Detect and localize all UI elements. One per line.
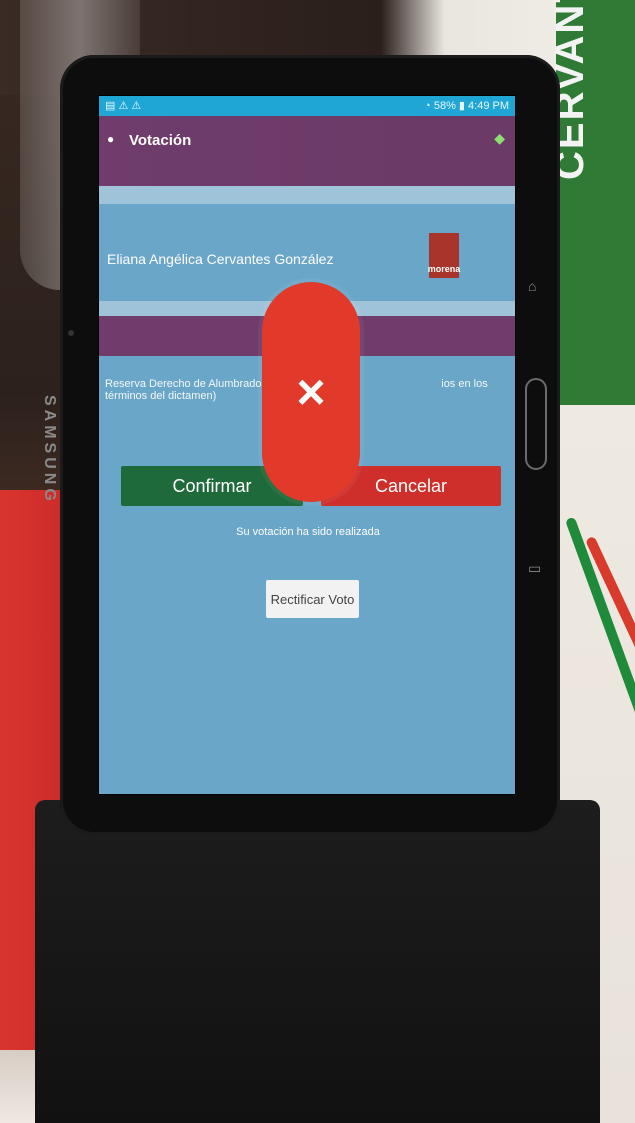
device-brand: SAMSUNG bbox=[41, 395, 58, 505]
user-icon[interactable]: ● bbox=[107, 132, 121, 146]
tablet-case bbox=[35, 800, 600, 1123]
camera bbox=[68, 330, 74, 336]
vote-done-message: Su votación ha sido realizada bbox=[236, 526, 380, 538]
page-title: Votación bbox=[129, 132, 192, 149]
x-icon: × bbox=[296, 364, 326, 420]
leaf-icon: ◆ bbox=[494, 130, 505, 146]
pens bbox=[565, 500, 635, 780]
status-right: ◔ 58% ▮ 4:49 PM bbox=[424, 100, 509, 112]
home-button[interactable] bbox=[525, 378, 547, 470]
app-bar bbox=[99, 116, 515, 186]
status-icons-left: ▤ ⚠ ⚠ bbox=[105, 100, 142, 112]
recent-apps-icon[interactable]: ⌂ bbox=[528, 278, 542, 296]
divider bbox=[99, 186, 515, 204]
back-icon[interactable]: ▭ bbox=[528, 560, 542, 578]
status-bar: ▤ ⚠ ⚠ ◔ 58% ▮ 4:49 PM bbox=[99, 96, 515, 116]
party-logo: morena bbox=[428, 233, 460, 278]
voter-name: Eliana Angélica Cervantes González bbox=[107, 251, 334, 267]
rectify-vote-button[interactable]: Rectificar Voto bbox=[266, 580, 359, 618]
